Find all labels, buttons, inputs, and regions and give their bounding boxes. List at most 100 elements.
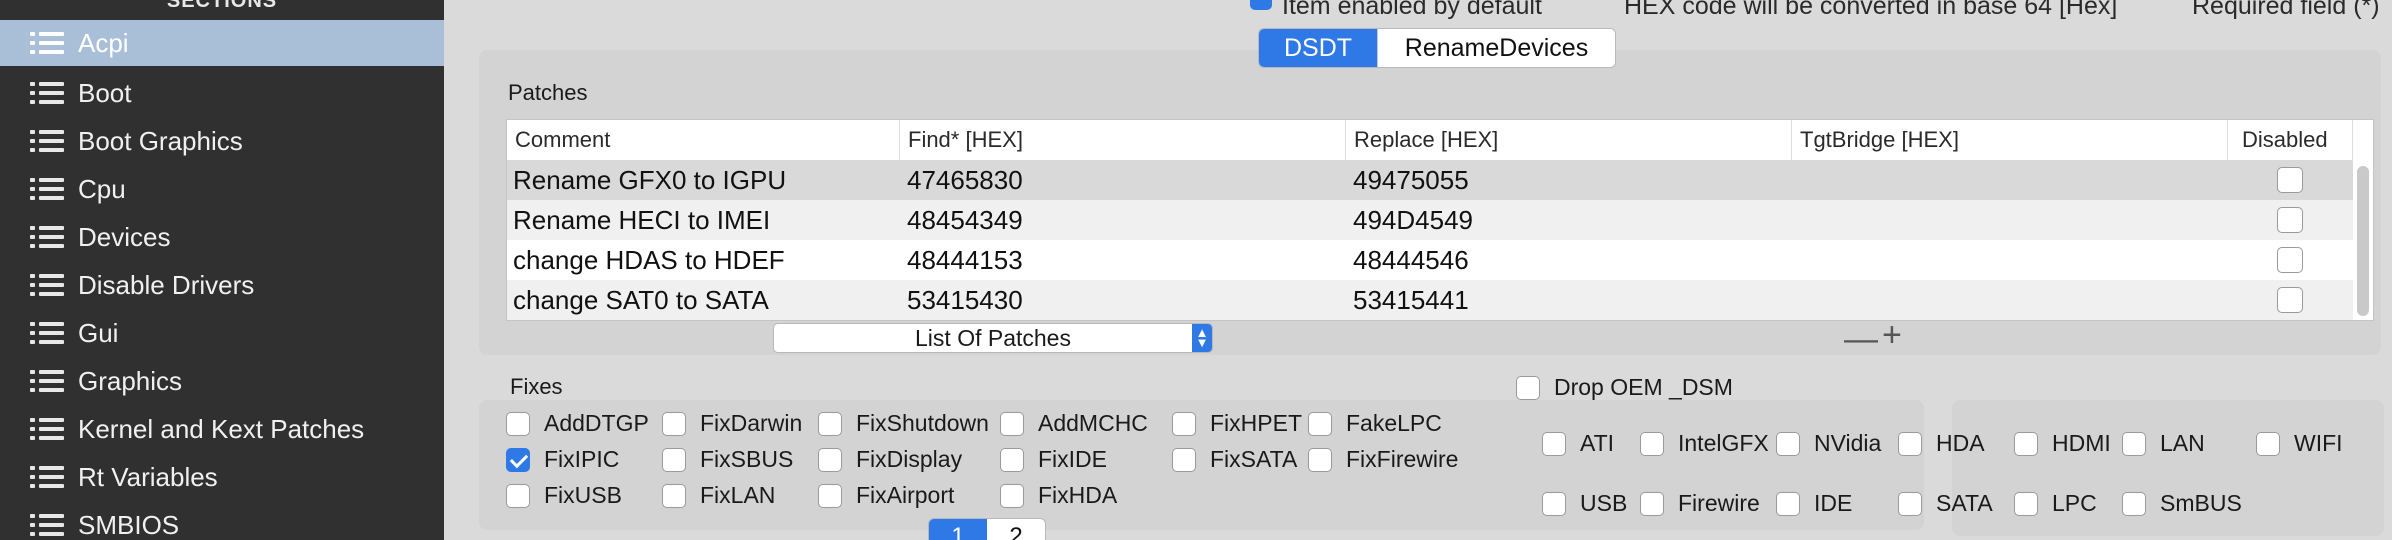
cell-find[interactable]: 53415430 <box>907 280 1023 320</box>
checkbox[interactable] <box>1000 447 1024 472</box>
fix-fixshutdown[interactable]: FixShutdown <box>818 410 989 437</box>
cell-replace[interactable]: 494D4549 <box>1353 200 1473 240</box>
fix-fixfirewire[interactable]: FixFirewire <box>1308 446 1458 473</box>
cell-find[interactable]: 48454349 <box>907 200 1023 240</box>
checkbox[interactable] <box>1172 447 1196 472</box>
column-header-comment[interactable]: Comment <box>507 120 900 160</box>
column-header-tgtbridge[interactable]: TgtBridge [HEX] <box>1792 120 2228 160</box>
dsm-firewire[interactable]: Firewire <box>1640 490 1760 517</box>
checkbox[interactable] <box>1898 491 1922 516</box>
fix-fixdarwin[interactable]: FixDarwin <box>662 410 802 437</box>
checkbox[interactable] <box>2014 431 2038 456</box>
sidebar-item-disable-drivers[interactable]: Disable Drivers <box>0 262 444 308</box>
checkbox[interactable] <box>506 483 530 508</box>
fix-fixipic[interactable]: FixIPIC <box>506 446 619 473</box>
fix-fixusb[interactable]: FixUSB <box>506 482 622 509</box>
checkbox[interactable] <box>1308 447 1332 472</box>
checkbox[interactable] <box>1776 431 1800 456</box>
fix-fixsbus[interactable]: FixSBUS <box>662 446 793 473</box>
tab-rename-devices[interactable]: RenameDevices <box>1377 29 1615 67</box>
table-row[interactable]: Rename GFX0 to IGPU 47465830 49475055 <box>507 160 2353 200</box>
sidebar-item-devices[interactable]: Devices <box>0 214 444 260</box>
column-header-find[interactable]: Find* [HEX] <box>900 120 1346 160</box>
fix-fixdisplay[interactable]: FixDisplay <box>818 446 962 473</box>
fix-fakelpc[interactable]: FakeLPC <box>1308 410 1442 437</box>
cell-find[interactable]: 47465830 <box>907 160 1023 200</box>
fix-adddtgp[interactable]: AddDTGP <box>506 410 649 437</box>
dsm-lpc[interactable]: LPC <box>2014 490 2097 517</box>
checkbox[interactable] <box>1898 431 1922 456</box>
cell-find[interactable]: 48444153 <box>907 240 1023 280</box>
dsm-intelgfx[interactable]: IntelGFX <box>1640 430 1769 457</box>
checkbox[interactable] <box>1000 483 1024 508</box>
column-header-replace[interactable]: Replace [HEX] <box>1346 120 1792 160</box>
cell-comment[interactable]: change HDAS to HDEF <box>513 240 785 280</box>
cell-replace[interactable]: 53415441 <box>1353 280 1469 320</box>
checkbox[interactable] <box>506 411 530 436</box>
checkbox[interactable] <box>818 483 842 508</box>
drop-oem-dsm-toggle[interactable]: Drop OEM _DSM <box>1516 374 1733 401</box>
table-scrollbar[interactable] <box>2357 166 2369 316</box>
checkbox[interactable] <box>1542 491 1566 516</box>
fix-fixsata[interactable]: FixSATA <box>1172 446 1297 473</box>
sidebar-item-gui[interactable]: Gui <box>0 310 444 356</box>
cell-replace[interactable]: 48444546 <box>1353 240 1469 280</box>
cell-replace[interactable]: 49475055 <box>1353 160 1469 200</box>
add-patch-button[interactable]: + <box>1882 316 1902 355</box>
checkbox[interactable] <box>1640 491 1664 516</box>
tab-dsdt[interactable]: DSDT <box>1259 29 1377 67</box>
fix-fixhda[interactable]: FixHDA <box>1000 482 1117 509</box>
sidebar-item-smbios[interactable]: SMBIOS <box>0 502 444 540</box>
disabled-checkbox[interactable] <box>2277 247 2303 273</box>
dsm-usb[interactable]: USB <box>1542 490 1627 517</box>
fix-fixhpet[interactable]: FixHPET <box>1172 410 1302 437</box>
dsm-wifi[interactable]: WIFI <box>2256 430 2343 457</box>
remove-patch-button[interactable]: — <box>1844 320 1878 359</box>
cell-comment[interactable]: change SAT0 to SATA <box>513 280 769 320</box>
checkbox[interactable] <box>1640 431 1664 456</box>
dsm-ide[interactable]: IDE <box>1776 490 1852 517</box>
page-1-button[interactable]: 1 <box>929 519 987 540</box>
dsm-nvidia[interactable]: NVidia <box>1776 430 1881 457</box>
checkbox[interactable] <box>2122 491 2146 516</box>
table-row[interactable]: Rename HECI to IMEI 48454349 494D4549 <box>507 200 2353 240</box>
checkbox[interactable] <box>2122 431 2146 456</box>
column-header-disabled[interactable]: Disabled <box>2228 120 2353 160</box>
fix-addmchc[interactable]: AddMCHC <box>1000 410 1148 437</box>
item-enabled-checkbox[interactable] <box>1250 0 1272 10</box>
checkbox[interactable] <box>1776 491 1800 516</box>
sidebar-item-kernel-and-kext-patches[interactable]: Kernel and Kext Patches <box>0 406 444 452</box>
cell-comment[interactable]: Rename HECI to IMEI <box>513 200 770 240</box>
dsm-sata[interactable]: SATA <box>1898 490 1993 517</box>
drop-oem-dsm-checkbox[interactable] <box>1516 375 1540 400</box>
dsm-lan[interactable]: LAN <box>2122 430 2205 457</box>
checkbox[interactable] <box>818 447 842 472</box>
fix-fixlan[interactable]: FixLAN <box>662 482 775 509</box>
checkbox[interactable] <box>662 411 686 436</box>
disabled-checkbox[interactable] <box>2277 287 2303 313</box>
checkbox[interactable] <box>662 447 686 472</box>
cell-comment[interactable]: Rename GFX0 to IGPU <box>513 160 786 200</box>
table-row[interactable]: change HDAS to HDEF 48444153 48444546 <box>507 240 2353 280</box>
checkbox[interactable] <box>1308 411 1332 436</box>
checkbox[interactable] <box>662 483 686 508</box>
table-row[interactable]: change SAT0 to SATA 53415430 53415441 <box>507 280 2353 320</box>
disabled-checkbox[interactable] <box>2277 207 2303 233</box>
disabled-checkbox[interactable] <box>2277 167 2303 193</box>
sidebar-item-boot[interactable]: Boot <box>0 70 444 116</box>
checkbox[interactable] <box>2256 431 2280 456</box>
sidebar-item-acpi[interactable]: Acpi <box>0 20 444 66</box>
fix-fixairport[interactable]: FixAirport <box>818 482 954 509</box>
checkmark-icon[interactable] <box>506 447 530 472</box>
sidebar-item-rt-variables[interactable]: Rt Variables <box>0 454 444 500</box>
checkbox[interactable] <box>2014 491 2038 516</box>
list-of-patches-popup[interactable]: List Of Patches ▲ ▼ <box>773 323 1213 353</box>
dsm-hda[interactable]: HDA <box>1898 430 1985 457</box>
page-2-button[interactable]: 2 <box>987 519 1045 540</box>
checkbox[interactable] <box>1542 431 1566 456</box>
fix-fixide[interactable]: FixIDE <box>1000 446 1107 473</box>
checkbox[interactable] <box>1172 411 1196 436</box>
dsm-smbus[interactable]: SmBUS <box>2122 490 2242 517</box>
sidebar-item-graphics[interactable]: Graphics <box>0 358 444 404</box>
checkbox[interactable] <box>1000 411 1024 436</box>
